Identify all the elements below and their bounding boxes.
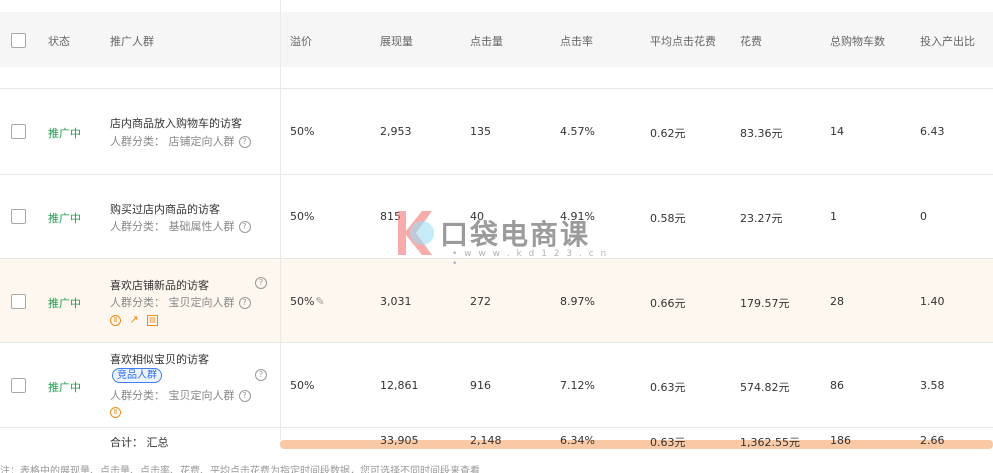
roi-value: 1.40 bbox=[920, 295, 945, 308]
pause-icon[interactable]: Ⅱ bbox=[110, 314, 121, 326]
carts-value: 1 bbox=[830, 210, 837, 223]
help-icon[interactable]: ? bbox=[255, 369, 267, 381]
fixed-column-divider bbox=[280, 0, 281, 440]
avg-cpc-value: 0.58元 bbox=[650, 212, 686, 225]
help-icon[interactable]: ? bbox=[238, 297, 251, 309]
chart-icon[interactable]: ↗ bbox=[129, 314, 140, 326]
row-checkbox[interactable] bbox=[11, 378, 26, 393]
avg-cpc-value: 0.62元 bbox=[650, 127, 686, 140]
status-label: 推广中 bbox=[48, 381, 81, 394]
total-carts: 186 bbox=[830, 434, 851, 447]
help-icon[interactable]: ? bbox=[238, 221, 251, 233]
cost-value: 574.82元 bbox=[740, 381, 790, 394]
cost-value: 83.36元 bbox=[740, 127, 783, 140]
carts-value: 14 bbox=[830, 125, 844, 138]
table-row: 推广中 店内商品放入购物车的访客 人群分类： 店铺定向人群? 50% 2,953… bbox=[0, 89, 993, 175]
clicks-value: 916 bbox=[470, 379, 491, 392]
status-label: 推广中 bbox=[48, 127, 81, 140]
header-avg-cpc[interactable]: 平均点击花费 bbox=[650, 33, 716, 49]
header-clicks[interactable]: 点击量 bbox=[470, 33, 503, 49]
row-checkbox[interactable] bbox=[11, 209, 26, 224]
watermark-text: 口袋电商课 bbox=[440, 218, 591, 251]
watermark-url: • w w w . k d 1 2 3 . c n • bbox=[452, 249, 609, 269]
premium-value[interactable]: 50%✎ bbox=[290, 295, 325, 308]
roi-value: 0 bbox=[920, 210, 927, 223]
edit-icon[interactable]: ✎ bbox=[315, 295, 324, 308]
crowd-name: 购买过店内商品的访客 bbox=[110, 203, 220, 216]
table-header: 状态 推广人群 溢价 展现量 点击量 点击率 平均点击花费 花费 总购物车数 投… bbox=[0, 12, 993, 67]
help-icon[interactable]: ? bbox=[238, 136, 251, 148]
select-all-checkbox[interactable] bbox=[11, 33, 26, 48]
header-cost[interactable]: 花费 bbox=[740, 33, 762, 49]
crowd-name: 喜欢相似宝贝的访客 bbox=[110, 353, 209, 366]
status-label: 推广中 bbox=[48, 297, 81, 310]
premium-value: 50% bbox=[290, 125, 315, 138]
premium-value: 50% bbox=[290, 210, 315, 223]
table-row: 推广中 喜欢店铺新品的访客 ? 人群分类： 宝贝定向人群? Ⅱ ↗ ▤ 50%✎… bbox=[0, 259, 993, 343]
total-avg-cpc: 0.63元 bbox=[650, 436, 686, 449]
total-roi: 2.66 bbox=[920, 434, 945, 447]
header-ctr[interactable]: 点击率 bbox=[560, 33, 593, 49]
crowd-category: 人群分类： 宝贝定向人群? bbox=[110, 387, 251, 403]
help-icon[interactable]: ? bbox=[255, 277, 267, 289]
clicks-value: 272 bbox=[470, 295, 491, 308]
ctr-value: 7.12% bbox=[560, 379, 595, 392]
ctr-value: 8.97% bbox=[560, 295, 595, 308]
clicks-value: 135 bbox=[470, 125, 491, 138]
report-icon[interactable]: ▤ bbox=[147, 314, 158, 326]
crowd-category: 人群分类： 店铺定向人群? bbox=[110, 133, 251, 149]
header-status: 状态 bbox=[48, 35, 70, 48]
carts-value: 86 bbox=[830, 379, 844, 392]
impressions-value: 2,953 bbox=[380, 125, 412, 138]
roi-value: 6.43 bbox=[920, 125, 945, 138]
avg-cpc-value: 0.66元 bbox=[650, 297, 686, 310]
watermark-logo-icon bbox=[398, 211, 434, 255]
header-roi[interactable]: 投入产出比 bbox=[920, 33, 975, 49]
avg-cpc-value: 0.63元 bbox=[650, 381, 686, 394]
row-action-icons: Ⅱ bbox=[110, 405, 125, 418]
table-footnote: 注：表格中的展现量、点击量、点击率、花费、平均点击花费为指定时间段数据，您可选择… bbox=[0, 466, 480, 473]
roi-value: 3.58 bbox=[920, 379, 945, 392]
row-checkbox[interactable] bbox=[11, 294, 26, 309]
crowd-tag: 竞品人群 bbox=[112, 368, 162, 383]
watermark: 口袋电商课 • w w w . k d 1 2 3 . c n • bbox=[392, 205, 612, 269]
total-impressions: 33,905 bbox=[380, 434, 419, 447]
impressions-value: 3,031 bbox=[380, 295, 412, 308]
cost-value: 179.57元 bbox=[740, 297, 790, 310]
total-label: 合计： 汇总 bbox=[110, 436, 169, 449]
total-ctr: 6.34% bbox=[560, 434, 595, 447]
help-icon[interactable]: ? bbox=[238, 390, 251, 402]
premium-value: 50% bbox=[290, 379, 315, 392]
row-checkbox[interactable] bbox=[11, 124, 26, 139]
carts-value: 28 bbox=[830, 295, 844, 308]
crowd-category: 人群分类： 宝贝定向人群? bbox=[110, 294, 251, 310]
header-premium[interactable]: 溢价 bbox=[290, 33, 312, 49]
crowd-name: 店内商品放入购物车的访客 bbox=[110, 117, 242, 130]
crowd-name: 喜欢店铺新品的访客 bbox=[110, 279, 209, 292]
total-clicks: 2,148 bbox=[470, 434, 502, 447]
table-row: 推广中 喜欢相似宝贝的访客 ? 竞品人群 人群分类： 宝贝定向人群? Ⅱ 50%… bbox=[0, 343, 993, 428]
impressions-value: 12,861 bbox=[380, 379, 419, 392]
total-cost: 1,362.55元 bbox=[740, 436, 800, 449]
row-action-icons: Ⅱ ↗ ▤ bbox=[110, 313, 162, 326]
header-crowd: 推广人群 bbox=[110, 35, 154, 48]
header-carts[interactable]: 总购物车数 bbox=[830, 33, 885, 49]
status-label: 推广中 bbox=[48, 212, 81, 225]
crowd-category: 人群分类： 基础属性人群? bbox=[110, 218, 251, 234]
ctr-value: 4.57% bbox=[560, 125, 595, 138]
cost-value: 23.27元 bbox=[740, 212, 783, 225]
pause-icon[interactable]: Ⅱ bbox=[110, 406, 121, 418]
header-impressions[interactable]: 展现量 bbox=[380, 33, 413, 49]
